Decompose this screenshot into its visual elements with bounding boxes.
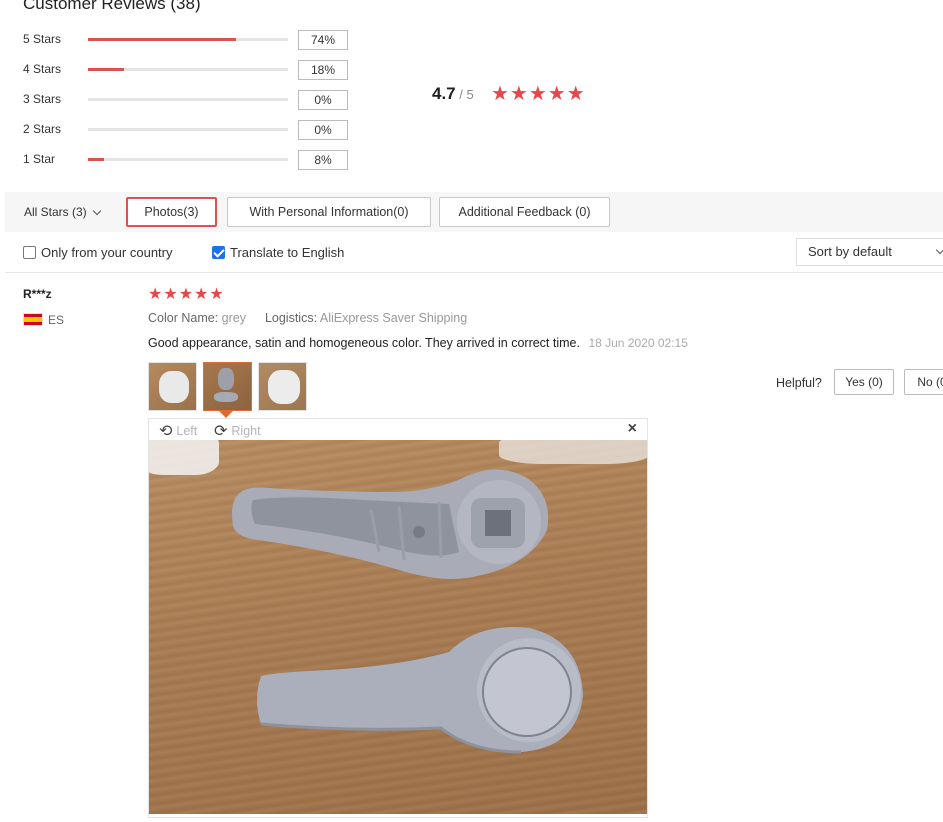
- helpful-no-button[interactable]: No (0): [904, 369, 943, 395]
- all-stars-label: All Stars (3): [24, 205, 87, 219]
- logistics-value: AliExpress Saver Shipping: [319, 311, 468, 325]
- rating-label: 5 Stars: [23, 32, 62, 46]
- rating-bar-fill: [88, 68, 124, 71]
- review-date: 18 Jun 2020 02:15: [588, 336, 688, 350]
- review-text-line: Good appearance, satin and homogeneous c…: [148, 336, 688, 350]
- review-text: Good appearance, satin and homogeneous c…: [148, 336, 580, 350]
- sort-label: Sort by default: [808, 244, 892, 259]
- rating-percent: 18%: [298, 60, 348, 80]
- rating-bar-fill: [88, 158, 104, 161]
- checkbox-icon[interactable]: [23, 246, 36, 259]
- average-rating: 4.7 / 5: [432, 84, 474, 104]
- rotate-left-button[interactable]: ⟲ Left: [159, 421, 197, 441]
- chevron-down-icon: [92, 206, 101, 216]
- color-value: grey: [221, 311, 246, 325]
- helpful-label: Helpful?: [776, 376, 822, 390]
- rating-bar: [88, 158, 288, 161]
- rotate-right-button[interactable]: ⟳ Right: [214, 421, 261, 441]
- rotate-left-icon: ⟲: [159, 423, 173, 440]
- translate-checkbox[interactable]: Translate to English: [212, 245, 344, 260]
- checkbox-checked-icon[interactable]: [212, 246, 225, 259]
- selected-thumb-indicator: [219, 411, 233, 418]
- rating-label: 1 Star: [23, 152, 56, 166]
- divider: [5, 272, 943, 273]
- rotate-left-label: Left: [176, 424, 198, 438]
- only-country-checkbox[interactable]: Only from your country: [23, 245, 173, 260]
- review-meta: Color Name: grey Logistics: AliExpress S…: [148, 311, 467, 325]
- reviewer-name: R***z: [23, 287, 52, 301]
- rating-label: 2 Stars: [23, 122, 62, 136]
- helpful-yes-button[interactable]: Yes (0): [834, 369, 894, 395]
- rating-row-3[interactable]: 3 Stars 0%: [23, 90, 353, 110]
- average-rating-max: / 5: [459, 87, 474, 102]
- rating-row-2[interactable]: 2 Stars 0%: [23, 120, 353, 140]
- rating-bar-fill: [88, 38, 236, 41]
- review-stars-icon: ★★★★★: [148, 286, 225, 303]
- close-icon[interactable]: ×: [628, 420, 637, 438]
- average-rating-value: 4.7: [432, 84, 456, 103]
- review-photo-thumb-2[interactable]: [203, 362, 252, 411]
- rating-bar: [88, 98, 288, 101]
- logistics-key: Logistics:: [264, 311, 318, 325]
- reviewer-country: ES: [48, 313, 65, 327]
- rating-bar: [88, 68, 288, 71]
- rating-bar: [88, 128, 288, 131]
- reviews-title: Customer Reviews (38): [23, 0, 201, 13]
- rating-label: 4 Stars: [23, 62, 62, 76]
- rotate-right-label: Right: [231, 424, 261, 438]
- rating-percent: 8%: [298, 150, 348, 170]
- photo-viewer-toolbar: ⟲ Left ⟳ Right ×: [149, 419, 647, 440]
- rating-percent: 0%: [298, 120, 348, 140]
- rating-bar: [88, 38, 288, 41]
- average-stars-icon: ★★★★★: [491, 83, 586, 105]
- chevron-down-icon: [935, 245, 943, 255]
- handle-parts-illustration: [232, 469, 583, 754]
- color-key: Color Name:: [148, 311, 219, 325]
- rating-percent: 74%: [298, 30, 348, 50]
- rating-percent: 0%: [298, 90, 348, 110]
- review-photo-thumb-1[interactable]: [148, 362, 197, 411]
- photo-viewer: ⟲ Left ⟳ Right ×: [148, 418, 648, 818]
- rating-row-4[interactable]: 4 Stars 18%: [23, 60, 353, 80]
- all-stars-dropdown[interactable]: All Stars (3): [24, 205, 101, 219]
- translate-label: Translate to English: [230, 245, 345, 260]
- rating-label: 3 Stars: [23, 92, 62, 106]
- rating-row-1[interactable]: 1 Star 8%: [23, 150, 353, 170]
- personal-info-filter-button[interactable]: With Personal Information(0): [227, 197, 431, 227]
- review-photo-large: [149, 440, 647, 814]
- additional-feedback-filter-button[interactable]: Additional Feedback (0): [439, 197, 610, 227]
- photos-filter-button[interactable]: Photos(3): [126, 197, 217, 227]
- review-photo-thumb-3[interactable]: [258, 362, 307, 411]
- only-country-label: Only from your country: [41, 245, 173, 260]
- spain-flag-icon: [23, 313, 43, 326]
- rotate-right-icon: ⟳: [214, 423, 228, 440]
- sort-select[interactable]: Sort by default: [796, 238, 943, 266]
- rating-row-5[interactable]: 5 Stars 74%: [23, 30, 353, 50]
